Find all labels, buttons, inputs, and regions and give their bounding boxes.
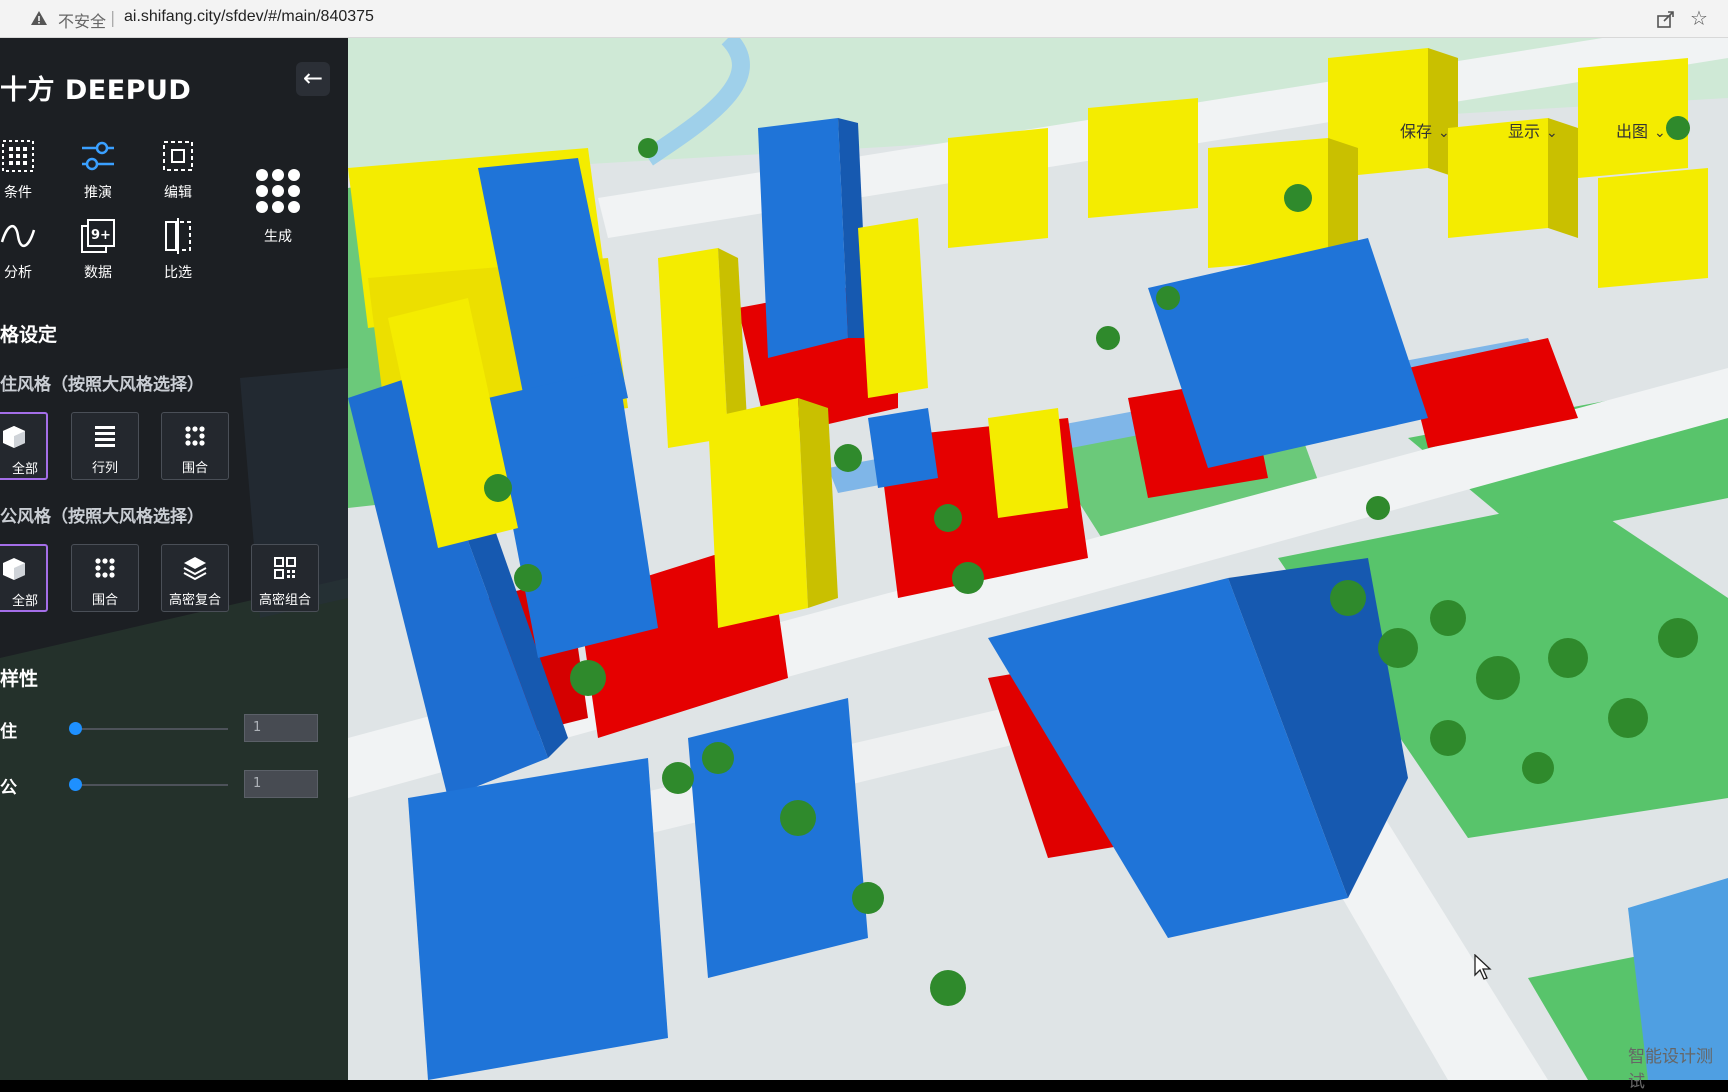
section-diversity: 样性 — [0, 668, 39, 690]
slider-handle[interactable] — [69, 778, 82, 791]
chevron-down-icon: ⌄ — [1546, 125, 1558, 141]
dots-icon — [95, 558, 115, 578]
separator: | — [110, 8, 116, 27]
grid-icon — [2, 140, 34, 172]
compare-icon — [165, 218, 191, 254]
warning-icon — [31, 11, 47, 25]
residential-option-all[interactable]: 全部 — [0, 412, 48, 480]
data-9plus-icon: 9+ — [81, 219, 115, 253]
collapse-arrow-icon[interactable]: ← — [296, 62, 330, 96]
office-style-title: 公风格（按照大风格选择） — [0, 507, 204, 527]
insecure-label: 不安全 — [58, 12, 107, 31]
display-menu[interactable]: 显示 ⌄ — [1508, 118, 1558, 142]
slider-handle[interactable] — [69, 722, 82, 735]
generate-label: 生成 — [264, 229, 292, 245]
tool-label: 编辑 — [164, 185, 192, 201]
dots-icon — [185, 426, 205, 446]
tool-label: 比选 — [164, 265, 192, 281]
browser-address-bar: 不安全 | ai.shifang.city/sfdev/#/main/84037… — [0, 0, 1728, 38]
edit-select-icon — [163, 141, 193, 171]
export-label: 出图 — [1616, 122, 1649, 141]
generate-button[interactable]: 生成 — [248, 166, 308, 246]
mouse-cursor-icon — [1474, 954, 1492, 980]
tool-label: 数据 — [84, 265, 112, 281]
bookmark-star-icon[interactable]: ☆ — [1690, 6, 1708, 30]
office-option-high-density-mixed[interactable]: 高密复合 — [161, 544, 229, 612]
section-style-settings: 格设定 — [0, 324, 58, 346]
tool-analysis[interactable]: 分析 — [0, 216, 48, 282]
slider-label: 公 — [0, 778, 17, 798]
slider-value-input[interactable]: 1 — [244, 770, 318, 798]
option-label: 全部 — [11, 462, 38, 477]
cube-icon — [3, 558, 25, 580]
slider-track[interactable] — [74, 728, 228, 730]
slider-value-input[interactable]: 1 — [244, 714, 318, 742]
tool-label: 条件 — [4, 185, 32, 201]
share-icon[interactable] — [1656, 9, 1676, 29]
tool-compare[interactable]: 比选 — [148, 216, 208, 282]
office-diversity-slider-row: 公 1 — [0, 770, 348, 800]
option-label: 围合 — [91, 593, 118, 608]
sliders-icon — [82, 141, 114, 171]
save-label: 保存 — [1400, 122, 1433, 141]
chevron-down-icon: ⌄ — [1438, 125, 1450, 141]
residential-style-title: 住风格（按照大风格选择） — [0, 375, 204, 395]
option-label: 高密复合 — [168, 593, 221, 608]
blocks-icon — [274, 557, 296, 579]
url-field[interactable]: ai.shifang.city/sfdev/#/main/840375 — [124, 8, 374, 26]
save-menu[interactable]: 保存 ⌄ — [1400, 118, 1450, 142]
city-scene — [348, 38, 1728, 1080]
tool-data[interactable]: 9+ 数据 — [68, 216, 128, 282]
residential-diversity-slider-row: 住 1 — [0, 714, 348, 744]
option-label: 高密组合 — [258, 593, 311, 608]
office-option-high-density-group[interactable]: 高密组合 — [251, 544, 319, 612]
chevron-down-icon: ⌄ — [1654, 125, 1666, 141]
tool-label: 推演 — [84, 185, 112, 201]
wave-icon — [0, 225, 36, 247]
export-menu[interactable]: 出图 ⌄ — [1616, 118, 1666, 142]
watermark: 智能设计测试 — [1628, 1047, 1713, 1092]
option-label: 行列 — [91, 461, 118, 476]
office-option-all[interactable]: 全部 — [0, 544, 48, 612]
residential-option-rows[interactable]: 行列 — [71, 412, 139, 480]
tool-simulate[interactable]: 推演 — [68, 136, 128, 202]
cube-icon — [3, 426, 25, 448]
svg-text:9+: 9+ — [91, 228, 111, 243]
slider-track[interactable] — [74, 784, 228, 786]
option-label: 围合 — [181, 461, 208, 476]
layers-icon — [183, 557, 207, 581]
tool-conditions[interactable]: 条件 — [0, 136, 48, 202]
control-sidebar: 十方 DEEPUD ← 条件 推演 编辑 分析 9+ 数据 比选 生成 格设定 … — [0, 38, 348, 1080]
slider-label: 住 — [0, 722, 17, 742]
office-option-enclosed[interactable]: 围合 — [71, 544, 139, 612]
map-3d-view[interactable]: 保存 ⌄ 显示 ⌄ 出图 ⌄ — [348, 38, 1728, 1080]
display-label: 显示 — [1508, 122, 1541, 141]
tool-edit[interactable]: 编辑 — [148, 136, 208, 202]
generate-dots-icon — [256, 169, 300, 213]
residential-option-enclosed[interactable]: 围合 — [161, 412, 229, 480]
brand-title: 十方 DEEPUD — [0, 75, 192, 106]
option-label: 全部 — [11, 594, 38, 609]
tool-label: 分析 — [4, 265, 32, 281]
rows-icon — [95, 426, 115, 447]
